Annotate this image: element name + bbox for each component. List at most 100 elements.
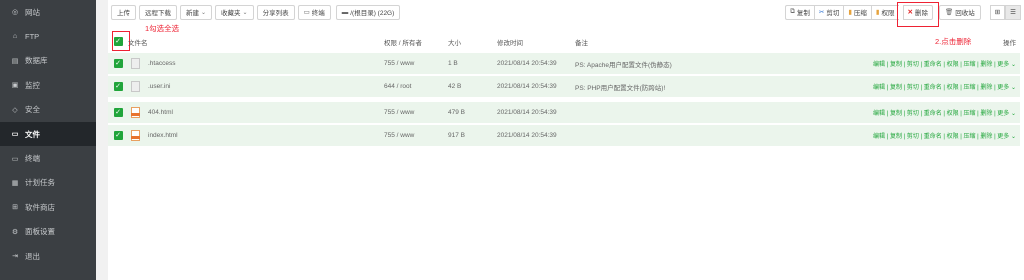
table-row[interactable]: ✓ 404.html 755 / www 479 B 2021/08/14 20… — [108, 101, 1020, 123]
permission-icon: ▮ — [875, 9, 880, 16]
row-actions[interactable]: 编辑 | 复制 | 剪切 | 重命名 | 权限 | 压缩 | 删除 | 更多 ⌄ — [835, 108, 1020, 117]
row-checkbox[interactable]: ✓ — [113, 108, 123, 117]
sidebar-item-label: FTP — [25, 32, 40, 42]
cut-label: 剪切 — [826, 10, 840, 17]
sidebar-item-monitor[interactable]: ▣ 监控 — [0, 73, 96, 97]
sidebar-item-store[interactable]: ⊞ 软件商店 — [0, 195, 96, 219]
row-actions[interactable]: 编辑 | 复制 | 剪切 | 重命名 | 权限 | 压缩 | 删除 | 更多 ⌄ — [835, 131, 1020, 140]
copy-button[interactable]: ⧉ 复制 — [785, 4, 814, 20]
delete-button[interactable]: ✕ 删除 — [902, 4, 933, 20]
file-name[interactable]: index.html — [148, 132, 178, 139]
folder-icon: ▭ — [11, 131, 19, 139]
sidebar-item-database[interactable]: ▤ 数据库 — [0, 49, 96, 73]
sidebar-item-terminal[interactable]: ▭ 终端 — [0, 146, 96, 170]
sidebar-item-label: 软件商店 — [25, 202, 55, 212]
table-row[interactable]: ✓ .htaccess 755 / www 1 B 2021/08/14 20:… — [108, 52, 1020, 74]
new-button[interactable]: 新建 ⌄ — [180, 4, 213, 20]
compress-label: 压缩 — [853, 10, 867, 17]
file-name[interactable]: .htaccess — [148, 60, 175, 67]
header-size[interactable]: 大小 — [448, 37, 497, 47]
select-all-checkbox[interactable]: ✓ — [113, 37, 123, 46]
row-actions[interactable]: 编辑 | 复制 | 剪切 | 重命名 | 权限 | 压缩 | 删除 | 更多 ⌄ — [835, 82, 1020, 91]
file-size: 917 B — [448, 132, 465, 139]
row-checkbox[interactable]: ✓ — [113, 59, 123, 68]
permission-label: 权限 — [881, 10, 895, 17]
copy-label: 复制 — [796, 10, 810, 17]
share-list-button[interactable]: 分享列表 — [256, 4, 295, 20]
sidebar-item-label: 数据库 — [25, 56, 48, 66]
chevron-down-icon: ⌄ — [242, 9, 248, 16]
permission-button[interactable]: ▮ 权限 — [870, 4, 899, 20]
table-header: ✓ 文件名 权限 / 所有者 大小 修改时间 备注 操作 — [108, 33, 1020, 50]
favorites-button-label: 收藏夹 — [221, 10, 241, 17]
header-name[interactable]: 文件名 — [128, 37, 384, 47]
file-permission[interactable]: 755 / www — [384, 109, 448, 116]
terminal-button[interactable]: ▭ 终端 — [297, 4, 331, 20]
sidebar-item-files[interactable]: ▭ 文件 — [0, 121, 96, 147]
sidebar-item-logout[interactable]: ⇥ 退出 — [0, 244, 96, 268]
file-modified: 2021/08/14 20:54:39 — [497, 132, 557, 139]
sidebar-item-label: 文件 — [25, 129, 40, 139]
chevron-down-icon: ⌄ — [1009, 85, 1016, 91]
header-note: 备注 — [575, 39, 588, 47]
grid-view-icon[interactable]: ⊞ — [989, 4, 1006, 20]
row-checkbox[interactable]: ✓ — [113, 82, 123, 91]
file-note[interactable]: PS: Apache用户配置文件(伪静态) — [575, 59, 835, 69]
file-name[interactable]: 404.html — [148, 109, 173, 116]
toolbar-left: 上传 远程下载 新建 ⌄ 收藏夹 ⌄ 分享列表 ▭ 终端 ▬/(根目录) (22G) — [111, 4, 403, 20]
row-actions-text[interactable]: 编辑 | 复制 | 剪切 | 重命名 | 权限 | 压缩 | 删除 | 更多 — [873, 111, 1009, 117]
row-actions-text[interactable]: 编辑 | 复制 | 剪切 | 重命名 | 权限 | 压缩 | 删除 | 更多 — [873, 62, 1009, 68]
delete-label: 删除 — [914, 10, 928, 17]
toolbar-right: ⧉ 复制 ✂ 剪切 ▮ 压缩 ▮ 权限 ✕ 删除 🗑 回收站 ⊞ ☰ — [785, 4, 1021, 20]
row-actions[interactable]: 编辑 | 复制 | 剪切 | 重命名 | 权限 | 压缩 | 删除 | 更多 ⌄ — [835, 59, 1020, 68]
scissors-icon: ✂ — [818, 9, 825, 16]
list-view-icon[interactable]: ☰ — [1005, 4, 1021, 20]
sidebar-item-website[interactable]: ◎ 网站 — [0, 0, 96, 24]
chevron-down-icon: ⌄ — [201, 9, 207, 16]
sidebar-item-cron[interactable]: ▦ 计划任务 — [0, 171, 96, 195]
file-permission[interactable]: 644 / root — [384, 83, 448, 90]
text-file-icon — [131, 81, 140, 92]
monitor-icon: ▣ — [11, 82, 19, 90]
table-row[interactable]: ✓ .user.ini 644 / root 42 B 2021/08/14 2… — [108, 75, 1020, 97]
sidebar-item-label: 监控 — [25, 80, 40, 90]
file-size: 1 B — [448, 60, 458, 67]
html-file-icon — [131, 107, 140, 118]
row-checkbox[interactable]: ✓ — [113, 131, 123, 140]
file-modified: 2021/08/14 20:54:39 — [497, 60, 557, 67]
sidebar-item-label: 计划任务 — [25, 178, 55, 188]
view-toggle: ⊞ ☰ — [989, 4, 1021, 20]
header-modified[interactable]: 修改时间 — [497, 37, 575, 47]
terminal-button-label: 终端 — [311, 10, 325, 17]
favorites-button[interactable]: 收藏夹 ⌄ — [215, 4, 254, 20]
sidebar-item-security[interactable]: ◇ 安全 — [0, 98, 96, 122]
text-file-icon — [131, 58, 140, 69]
shield-icon: ◇ — [12, 106, 18, 114]
row-actions-text[interactable]: 编辑 | 复制 | 剪切 | 重命名 | 权限 | 压缩 | 删除 | 更多 — [873, 85, 1009, 91]
row-actions-text[interactable]: 编辑 | 复制 | 剪切 | 重命名 | 权限 | 压缩 | 删除 | 更多 — [873, 134, 1009, 140]
file-permission[interactable]: 755 / www — [384, 132, 448, 139]
compress-button[interactable]: ▮ 压缩 — [843, 4, 871, 20]
recycle-bin-button[interactable]: 🗑 回收站 — [938, 4, 981, 20]
cut-button[interactable]: ✂ 剪切 — [813, 4, 844, 20]
file-name[interactable]: .user.ini — [148, 83, 170, 90]
table-row[interactable]: ✓ index.html 755 / www 917 B 2021/08/14 … — [108, 124, 1020, 146]
store-icon: ⊞ — [12, 204, 18, 212]
new-button-label: 新建 — [186, 10, 199, 17]
sidebar-item-ftp[interactable]: ⌂ FTP — [0, 24, 96, 48]
ftp-icon: ⌂ — [12, 33, 18, 41]
terminal-icon: ▭ — [303, 9, 310, 16]
file-permission[interactable]: 755 / www — [384, 60, 448, 67]
header-permission[interactable]: 权限 / 所有者 — [384, 37, 448, 47]
html-file-icon — [131, 130, 140, 141]
path-label: /(根目录) (22G) — [350, 10, 395, 17]
header-ops: 操作 — [1003, 39, 1016, 47]
settings-icon: ⚙ — [11, 228, 19, 236]
sidebar-item-settings[interactable]: ⚙ 面板设置 — [0, 220, 96, 244]
file-note[interactable]: PS: PHP用户配置文件(防跨站)! — [575, 82, 835, 92]
remote-download-button[interactable]: 远程下载 — [139, 4, 177, 20]
path-button[interactable]: ▬/(根目录) (22G) — [335, 4, 401, 20]
upload-button[interactable]: 上传 — [111, 4, 136, 20]
copy-icon: ⧉ — [790, 8, 795, 15]
sidebar: ◎ 网站 ⌂ FTP ▤ 数据库 ▣ 监控 ◇ 安全 ▭ 文件 ▭ 终端 ▦ 计划任务 ⊞ 软件商… — [0, 0, 96, 280]
